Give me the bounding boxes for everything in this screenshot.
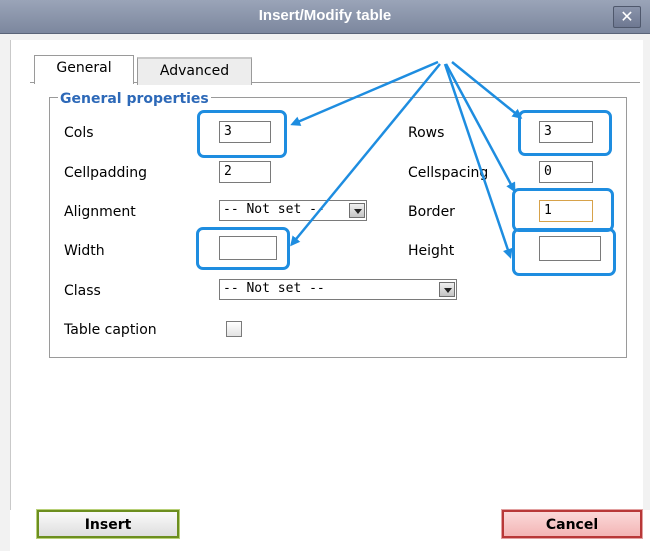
cellpadding-label: Cellpadding [64, 165, 148, 181]
class-select[interactable]: -- Not set -- [219, 279, 457, 300]
highlight-box-width [196, 227, 290, 270]
table-caption-label: Table caption [64, 322, 157, 338]
title-bar[interactable]: Insert/Modify table ✕ [0, 0, 650, 34]
highlight-box-border [512, 188, 614, 232]
dropdown-arrow-icon[interactable] [349, 203, 365, 218]
cancel-button[interactable]: Cancel [501, 509, 643, 539]
cellspacing-label: Cellspacing [408, 165, 489, 181]
cellpadding-input[interactable]: 2 [219, 161, 271, 183]
cols-label: Cols [64, 125, 94, 141]
insert-modify-table-dialog: Insert/Modify table ✕ General Advanced G… [0, 0, 650, 551]
table-caption-checkbox[interactable] [226, 321, 242, 337]
dialog-title: Insert/Modify table [258, 7, 392, 24]
alignment-select[interactable]: -- Not set -- [219, 200, 367, 221]
close-icon[interactable]: ✕ [613, 6, 641, 28]
highlight-box-rows [518, 110, 612, 156]
rows-label: Rows [408, 125, 445, 141]
highlight-box-cols [197, 110, 287, 158]
alignment-label: Alignment [64, 204, 136, 220]
dropdown-arrow-icon[interactable] [439, 282, 455, 297]
width-label: Width [64, 243, 105, 259]
height-label: Height [408, 243, 455, 259]
cellspacing-input[interactable]: 0 [539, 161, 593, 183]
highlight-box-height [512, 228, 616, 276]
section-legend: General properties [58, 91, 211, 107]
class-label: Class [64, 283, 101, 299]
tab-general[interactable]: General [34, 55, 134, 84]
insert-button[interactable]: Insert [36, 509, 180, 539]
class-select-value: -- Not set -- [223, 281, 325, 296]
alignment-select-value: -- Not set -- [223, 202, 325, 217]
border-label: Border [408, 204, 455, 220]
tab-advanced[interactable]: Advanced [137, 57, 252, 85]
